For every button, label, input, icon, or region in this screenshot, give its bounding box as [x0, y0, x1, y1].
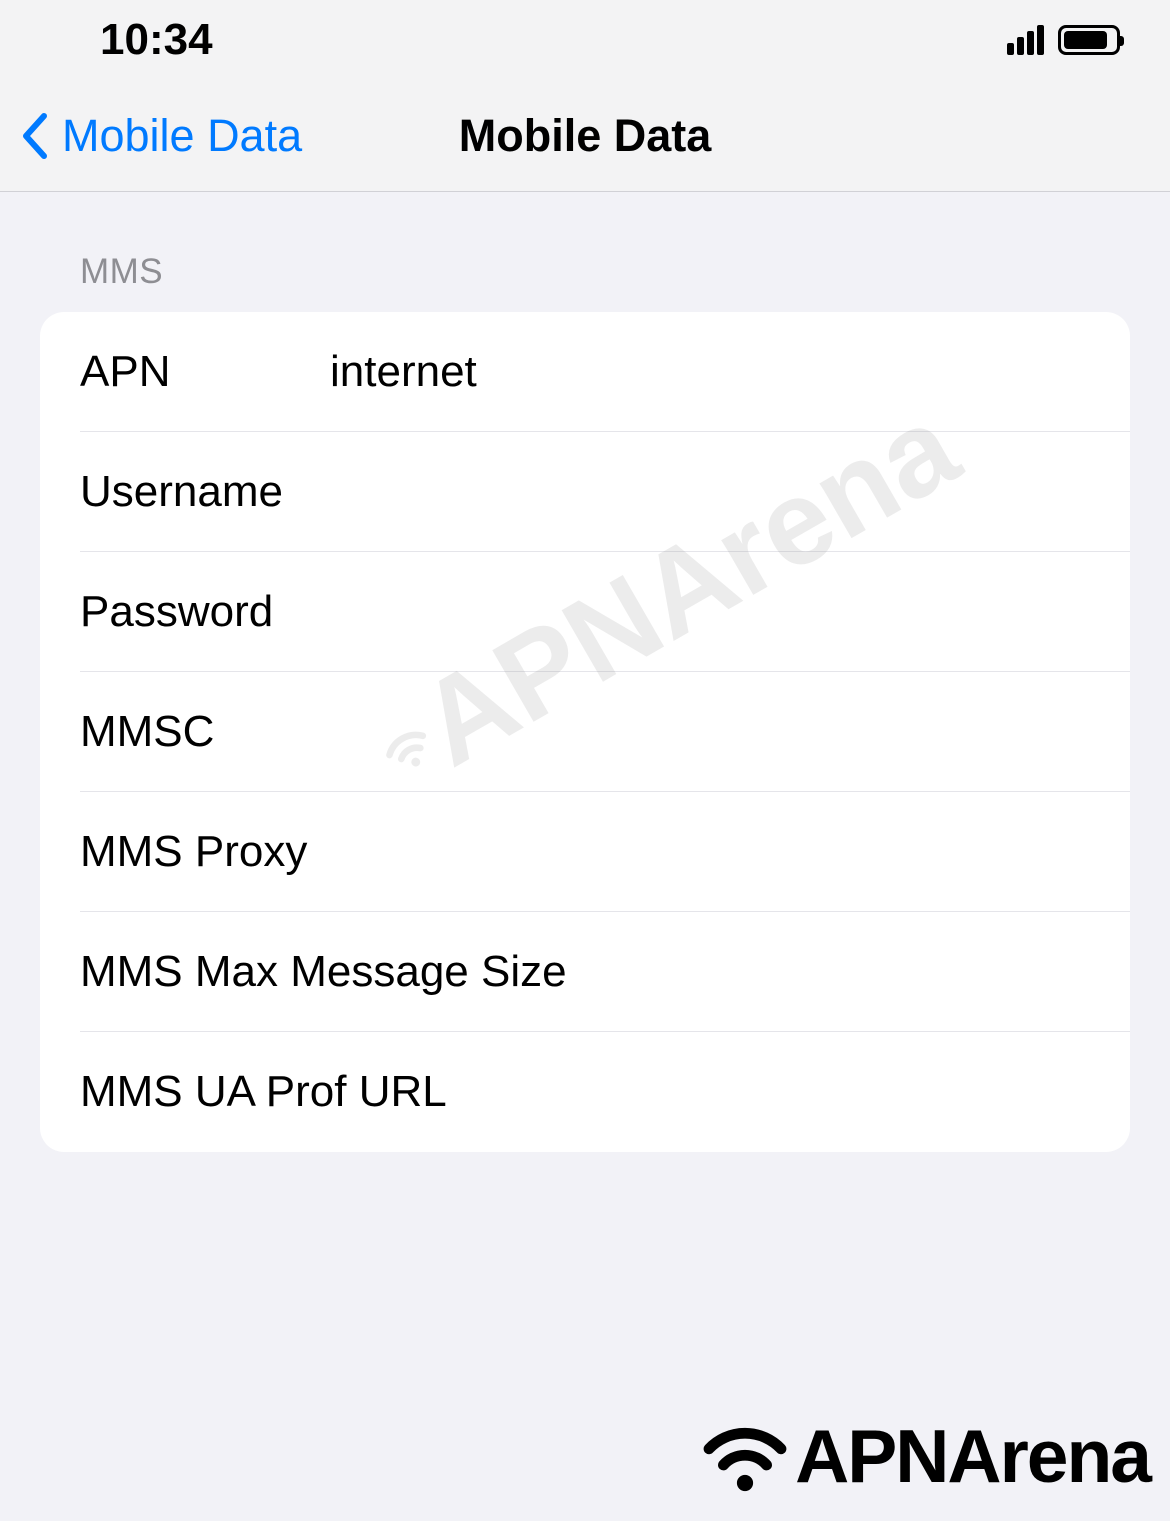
watermark-bottom: APNArena	[700, 1411, 1150, 1501]
mms-proxy-input[interactable]	[320, 827, 1090, 877]
row-mms-ua-prof[interactable]: MMS UA Prof URL	[40, 1032, 1130, 1152]
mms-max-size-input[interactable]	[567, 947, 1130, 997]
settings-group-mms: APN Username Password MMSC MMS Proxy MMS…	[40, 312, 1130, 1152]
row-label-mms-max-size: MMS Max Message Size	[80, 947, 567, 997]
content: MMS APN Username Password MMSC MMS Proxy…	[0, 192, 1170, 1152]
username-input[interactable]	[320, 467, 1090, 517]
row-mmsc[interactable]: MMSC	[40, 672, 1130, 792]
row-label-mmsc: MMSC	[80, 707, 320, 757]
chevron-left-icon	[20, 112, 50, 160]
row-label-mms-ua-prof: MMS UA Prof URL	[80, 1067, 447, 1117]
battery-icon	[1058, 25, 1120, 55]
row-mms-proxy[interactable]: MMS Proxy	[40, 792, 1130, 912]
page-title: Mobile Data	[459, 110, 712, 162]
row-mms-max-size[interactable]: MMS Max Message Size	[40, 912, 1130, 1032]
row-label-username: Username	[80, 467, 320, 517]
back-label: Mobile Data	[62, 110, 302, 162]
row-label-apn: APN	[80, 347, 320, 397]
apn-input[interactable]	[320, 347, 1090, 397]
status-time: 10:34	[100, 15, 213, 65]
wifi-icon	[700, 1411, 790, 1501]
signal-icon	[1007, 25, 1044, 55]
back-button[interactable]: Mobile Data	[20, 110, 302, 162]
status-bar: 10:34	[0, 0, 1170, 80]
section-header-mms: MMS	[40, 252, 1130, 292]
nav-bar: Mobile Data Mobile Data	[0, 80, 1170, 192]
row-label-mms-proxy: MMS Proxy	[80, 827, 320, 877]
password-input[interactable]	[320, 587, 1090, 637]
mmsc-input[interactable]	[320, 707, 1090, 757]
mms-ua-prof-input[interactable]	[447, 1067, 1090, 1117]
row-apn[interactable]: APN	[40, 312, 1130, 432]
status-icons	[1007, 25, 1120, 55]
watermark-bottom-text: APNArena	[795, 1413, 1150, 1499]
row-username[interactable]: Username	[40, 432, 1130, 552]
row-password[interactable]: Password	[40, 552, 1130, 672]
row-label-password: Password	[80, 587, 320, 637]
